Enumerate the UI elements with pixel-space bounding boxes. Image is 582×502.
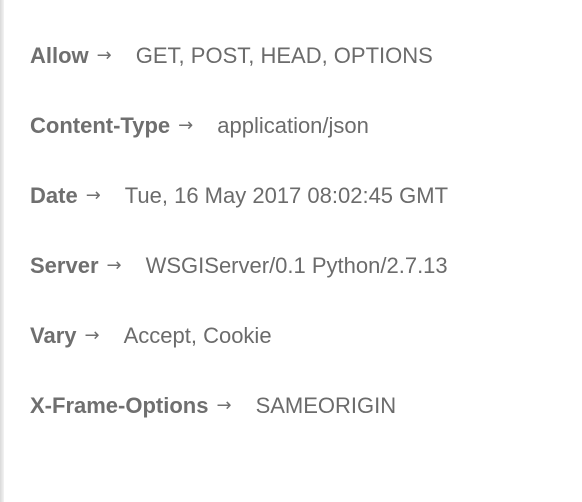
right-arrow-icon: → (216, 395, 232, 416)
header-row-x-frame-options: X-Frame-Options → SAMEORIGIN (30, 388, 448, 458)
header-value: GET, POST, HEAD, OPTIONS (135, 43, 433, 68)
header-value: SAMEORIGIN (255, 393, 397, 418)
header-name: X-Frame-Options (30, 393, 209, 418)
header-name: Server (30, 253, 99, 278)
header-name: Vary (30, 323, 77, 348)
header-value: application/json (217, 113, 369, 138)
header-name: Allow (30, 43, 89, 68)
header-row-server: Server → WSGIServer/0.1 Python/2.7.13 (30, 248, 448, 318)
header-value: Accept, Cookie (123, 323, 272, 348)
header-row-vary: Vary → Accept, Cookie (30, 318, 448, 388)
right-arrow-icon: → (85, 185, 101, 206)
response-headers-list: Allow → GET, POST, HEAD, OPTIONS Content… (30, 38, 448, 458)
right-arrow-icon: → (178, 115, 194, 136)
panel-left-edge (0, 0, 4, 502)
header-value: WSGIServer/0.1 Python/2.7.13 (145, 253, 448, 278)
header-value: Tue, 16 May 2017 08:02:45 GMT (124, 183, 449, 208)
right-arrow-icon: → (106, 255, 122, 276)
right-arrow-icon: → (96, 45, 112, 66)
right-arrow-icon: → (84, 325, 100, 346)
header-row-date: Date → Tue, 16 May 2017 08:02:45 GMT (30, 178, 448, 248)
header-row-allow: Allow → GET, POST, HEAD, OPTIONS (30, 38, 448, 108)
header-name: Content-Type (30, 113, 171, 138)
header-row-content-type: Content-Type → application/json (30, 108, 448, 178)
header-name: Date (30, 183, 78, 208)
